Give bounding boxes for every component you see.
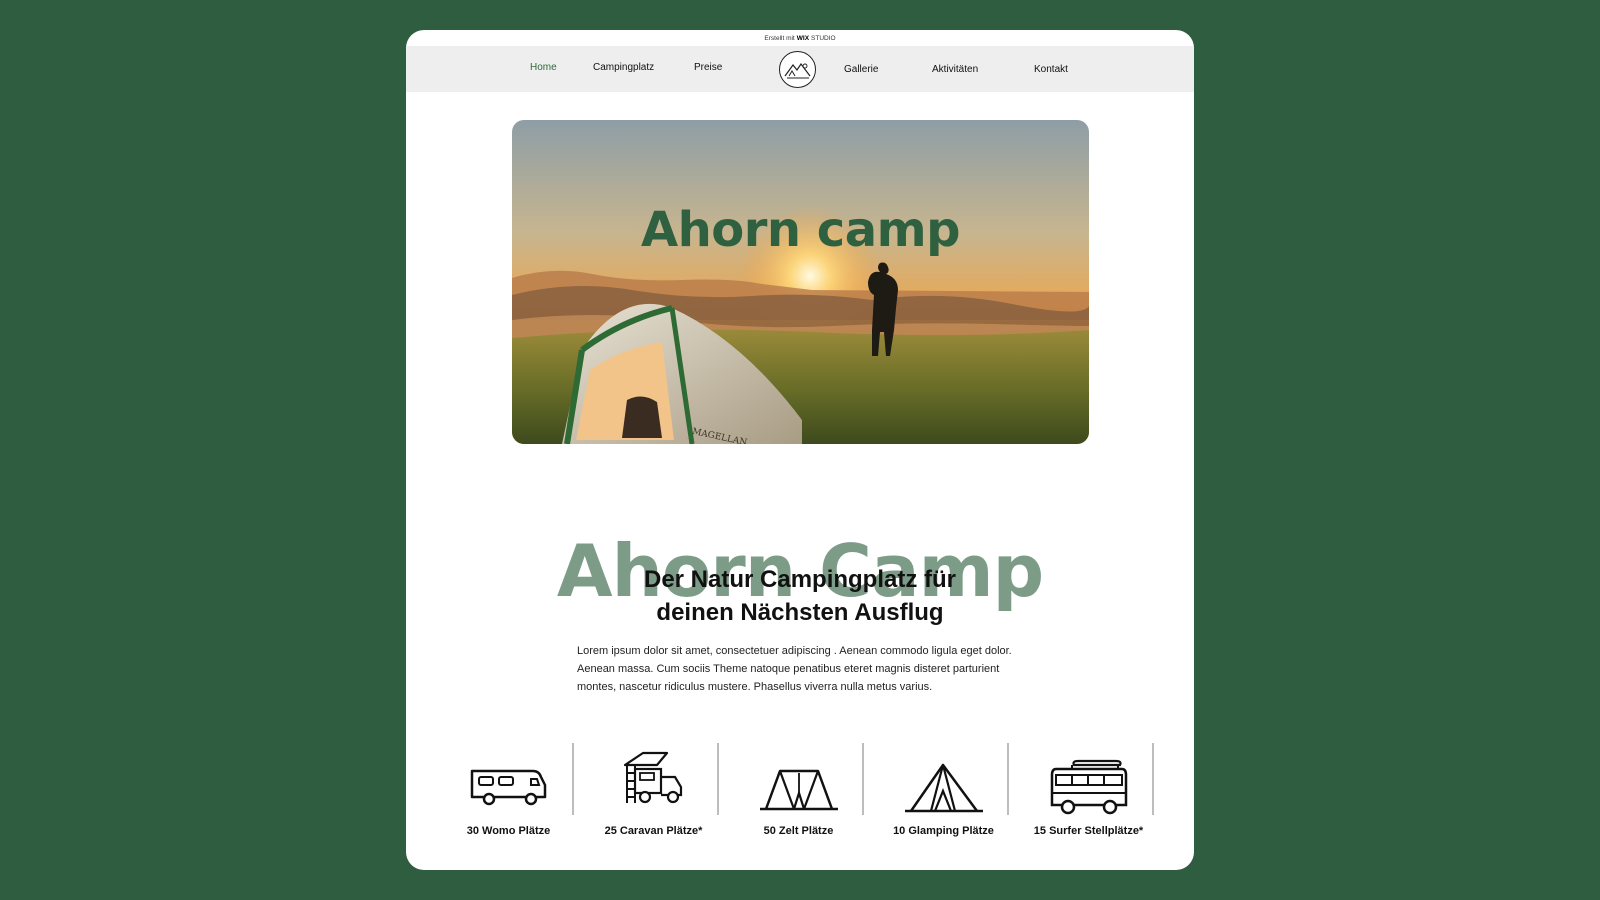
feature-label: 50 Zelt Plätze: [763, 825, 834, 837]
intro-body-text: Lorem ipsum dolor sit amet, consectetuer…: [577, 645, 1012, 693]
feature-divider: [1007, 743, 1009, 815]
intro-subtitle: Der Natur Campingplatz für deinen Nächst…: [406, 563, 1194, 629]
sunset-landscape-image: MAGELLAN: [512, 120, 1089, 444]
feature-womo: 30 Womo Plätze: [436, 743, 581, 853]
hero-image: MAGELLAN Ahorn camp: [512, 120, 1089, 444]
wix-banner-suffix: STUDIO: [811, 34, 836, 42]
feature-caravan: 25 Caravan Plätze*: [581, 743, 726, 853]
feature-divider: [862, 743, 864, 815]
feature-divider: [572, 743, 574, 815]
main-navigation: Home Campingplatz Preise Gallerie Aktivi…: [406, 46, 1194, 92]
feature-divider: [1152, 743, 1154, 815]
nav-aktivitaeten[interactable]: Aktivitäten: [932, 64, 978, 75]
feature-label: 25 Caravan Plätze*: [604, 825, 703, 837]
nav-campingplatz[interactable]: Campingplatz: [593, 62, 654, 73]
subtitle-line-2: deinen Nächsten Ausflug: [656, 599, 944, 626]
feature-glamping: 10 Glamping Plätze: [871, 743, 1016, 853]
feature-surfer: 15 Surfer Stellplätze*: [1016, 743, 1161, 853]
subtitle-line-1: Der Natur Campingplatz für: [643, 566, 957, 593]
feature-label: 10 Glamping Plätze: [893, 825, 994, 837]
feature-label: 30 Womo Plätze: [466, 825, 551, 837]
wix-logo: WIX: [796, 34, 810, 42]
feature-divider: [717, 743, 719, 815]
feature-label: 15 Surfer Stellplätze*: [1033, 825, 1144, 837]
features-row: 30 Womo Plätze 25 Caravan Plätze* 50 Zel…: [436, 743, 1176, 853]
feature-zelt: 50 Zelt Plätze: [726, 743, 871, 853]
nav-gallerie[interactable]: Gallerie: [844, 64, 878, 75]
hero-title: Ahorn camp: [640, 202, 961, 258]
mountain-logo-icon: [784, 62, 810, 78]
site-logo[interactable]: [779, 51, 816, 88]
nav-preise[interactable]: Preise: [694, 62, 722, 73]
tent-icon: [759, 769, 838, 811]
wix-banner[interactable]: Erstellt mit WIX STUDIO: [406, 30, 1194, 46]
wix-banner-prefix: Erstellt mit: [764, 34, 795, 42]
website-page: Erstellt mit WIX STUDIO Home Campingplat…: [406, 30, 1194, 870]
nav-home[interactable]: Home: [530, 62, 557, 73]
glamping-tent-icon: [904, 763, 983, 813]
motorhome-icon: [470, 769, 546, 806]
surf-van-icon: [1050, 759, 1127, 815]
nav-kontakt[interactable]: Kontakt: [1034, 64, 1068, 75]
rooftop-tent-truck-icon: [623, 751, 682, 804]
